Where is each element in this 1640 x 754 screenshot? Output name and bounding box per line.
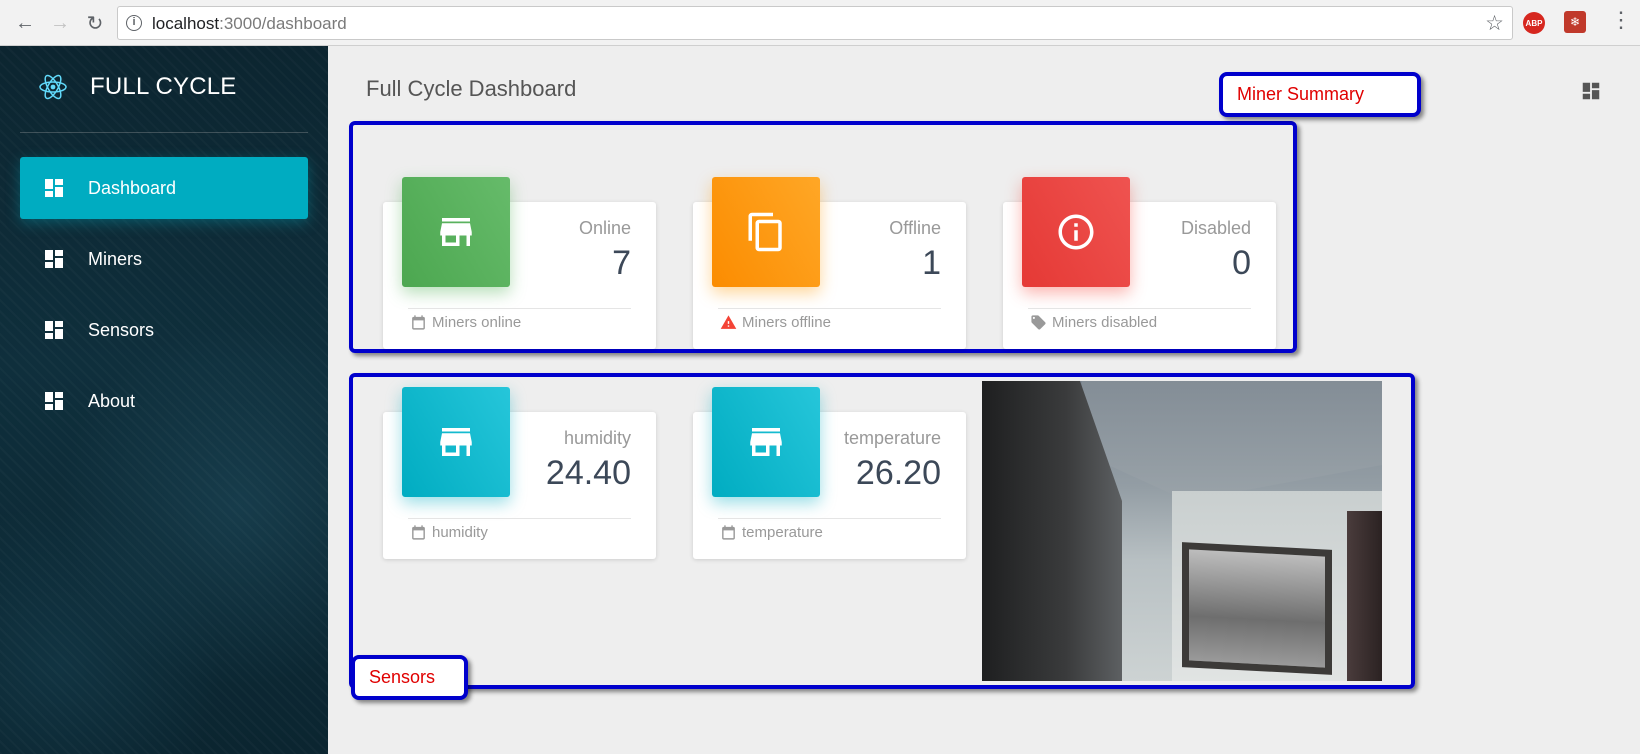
- card-footer-text: Miners offline: [742, 314, 831, 331]
- sidebar-item-label: Miners: [88, 248, 143, 269]
- offline-icon-box: [712, 177, 820, 287]
- dashboard-icon: [45, 392, 63, 410]
- humidity-card: humidity 24.40 humidity: [383, 387, 656, 559]
- card-category: Offline: [889, 218, 941, 238]
- reload-icon[interactable]: ↻: [82, 10, 108, 36]
- brand-divider: [20, 132, 308, 133]
- dashboard-icon: [45, 321, 63, 339]
- dashboard-icon: [45, 179, 63, 197]
- card-category: Disabled: [1180, 218, 1251, 238]
- address-bar[interactable]: i localhost:3000/dashboard ☆: [117, 6, 1513, 40]
- browser-toolbar: ← → ↻ i localhost:3000/dashboard ☆ ABP ❄…: [0, 0, 1640, 46]
- atom-logo-icon: [39, 74, 67, 100]
- sidebar: FULL CYCLE Dashboard Miners Sensors Abou…: [0, 46, 328, 754]
- card-footer: Miners online: [410, 314, 521, 331]
- card-value: 26.20: [855, 454, 941, 492]
- card-footer-text: Miners online: [432, 314, 522, 331]
- card-footer: Miners disabled: [1030, 314, 1157, 331]
- card-divider: [718, 518, 941, 519]
- sidebar-item-label: Sensors: [88, 319, 155, 340]
- sensors-callout-label: Sensors: [351, 655, 468, 700]
- card-value: 7: [612, 244, 631, 282]
- calendar-icon: [412, 315, 425, 330]
- card-footer-text: temperature: [742, 524, 823, 541]
- sidebar-item-label: Dashboard: [88, 177, 177, 198]
- card-category: Online: [578, 218, 631, 238]
- dashboard-icon: [45, 250, 63, 268]
- sidebar-item-miners[interactable]: Miners: [20, 228, 308, 290]
- card-footer: Miners offline: [720, 314, 831, 331]
- temperature-icon-box: [712, 387, 820, 497]
- page-title: Full Cycle Dashboard: [366, 76, 577, 101]
- card-footer: humidity: [410, 524, 488, 541]
- bookmark-star-icon[interactable]: ☆: [1485, 11, 1504, 36]
- sidebar-item-dashboard[interactable]: Dashboard: [20, 157, 308, 219]
- card-divider: [1028, 308, 1251, 309]
- url-text[interactable]: localhost:3000/dashboard: [152, 14, 347, 34]
- card-value: 24.40: [545, 454, 631, 492]
- site-info-icon[interactable]: i: [126, 15, 142, 31]
- browser-menu-icon[interactable]: ⋮: [1610, 9, 1632, 31]
- temperature-card: temperature 26.20 temperature: [693, 387, 966, 559]
- store-icon: [440, 218, 472, 246]
- miner-summary-callout-label: Miner Summary: [1219, 72, 1421, 117]
- url-host: localhost: [152, 14, 220, 33]
- url-path: :3000/dashboard: [219, 14, 347, 33]
- card-footer: temperature: [720, 524, 823, 541]
- forward-arrow-icon[interactable]: →: [47, 10, 73, 36]
- calendar-icon: [412, 525, 425, 540]
- back-arrow-icon[interactable]: ←: [12, 10, 38, 36]
- card-value: 0: [1232, 244, 1251, 282]
- sidebar-item-label: About: [88, 390, 136, 411]
- copy-icon: [748, 212, 782, 252]
- tag-icon: [1031, 315, 1046, 330]
- sidebar-item-about[interactable]: About: [20, 370, 308, 432]
- card-divider: [408, 308, 631, 309]
- extension-paw-icon[interactable]: ❄: [1564, 11, 1586, 33]
- store-icon: [750, 428, 782, 456]
- adblock-extension-icon[interactable]: ABP: [1523, 12, 1545, 34]
- calendar-icon: [722, 525, 735, 540]
- card-category: humidity: [563, 428, 631, 448]
- online-icon-box: [402, 177, 510, 287]
- sidebar-item-sensors[interactable]: Sensors: [20, 299, 308, 361]
- card-category: temperature: [843, 428, 941, 448]
- card-footer-text: Miners disabled: [1052, 314, 1158, 331]
- disabled-icon-box: [1022, 177, 1130, 287]
- store-icon: [440, 428, 472, 456]
- camera-snapshot: [982, 381, 1382, 681]
- main-content: Full Cycle Dashboard Miner Summary Onlin…: [328, 46, 1640, 754]
- humidity-icon-box: [402, 387, 510, 497]
- online-card: Online 7 Miners online: [383, 177, 656, 349]
- adblock-label: ABP: [1525, 18, 1543, 28]
- disabled-card: Disabled 0 Miners disabled: [1003, 177, 1276, 349]
- brand[interactable]: FULL CYCLE: [38, 72, 237, 102]
- brand-name: FULL CYCLE: [90, 73, 237, 100]
- card-value: 1: [922, 244, 941, 282]
- picture-frame: [1182, 542, 1332, 675]
- card-footer-text: humidity: [432, 524, 488, 541]
- dashboard-layout-icon[interactable]: [1580, 80, 1602, 102]
- card-divider: [718, 308, 941, 309]
- card-divider: [408, 518, 631, 519]
- warning-icon: [720, 315, 737, 329]
- info-icon: [1058, 214, 1094, 250]
- offline-card: Offline 1 Miners offline: [693, 177, 966, 349]
